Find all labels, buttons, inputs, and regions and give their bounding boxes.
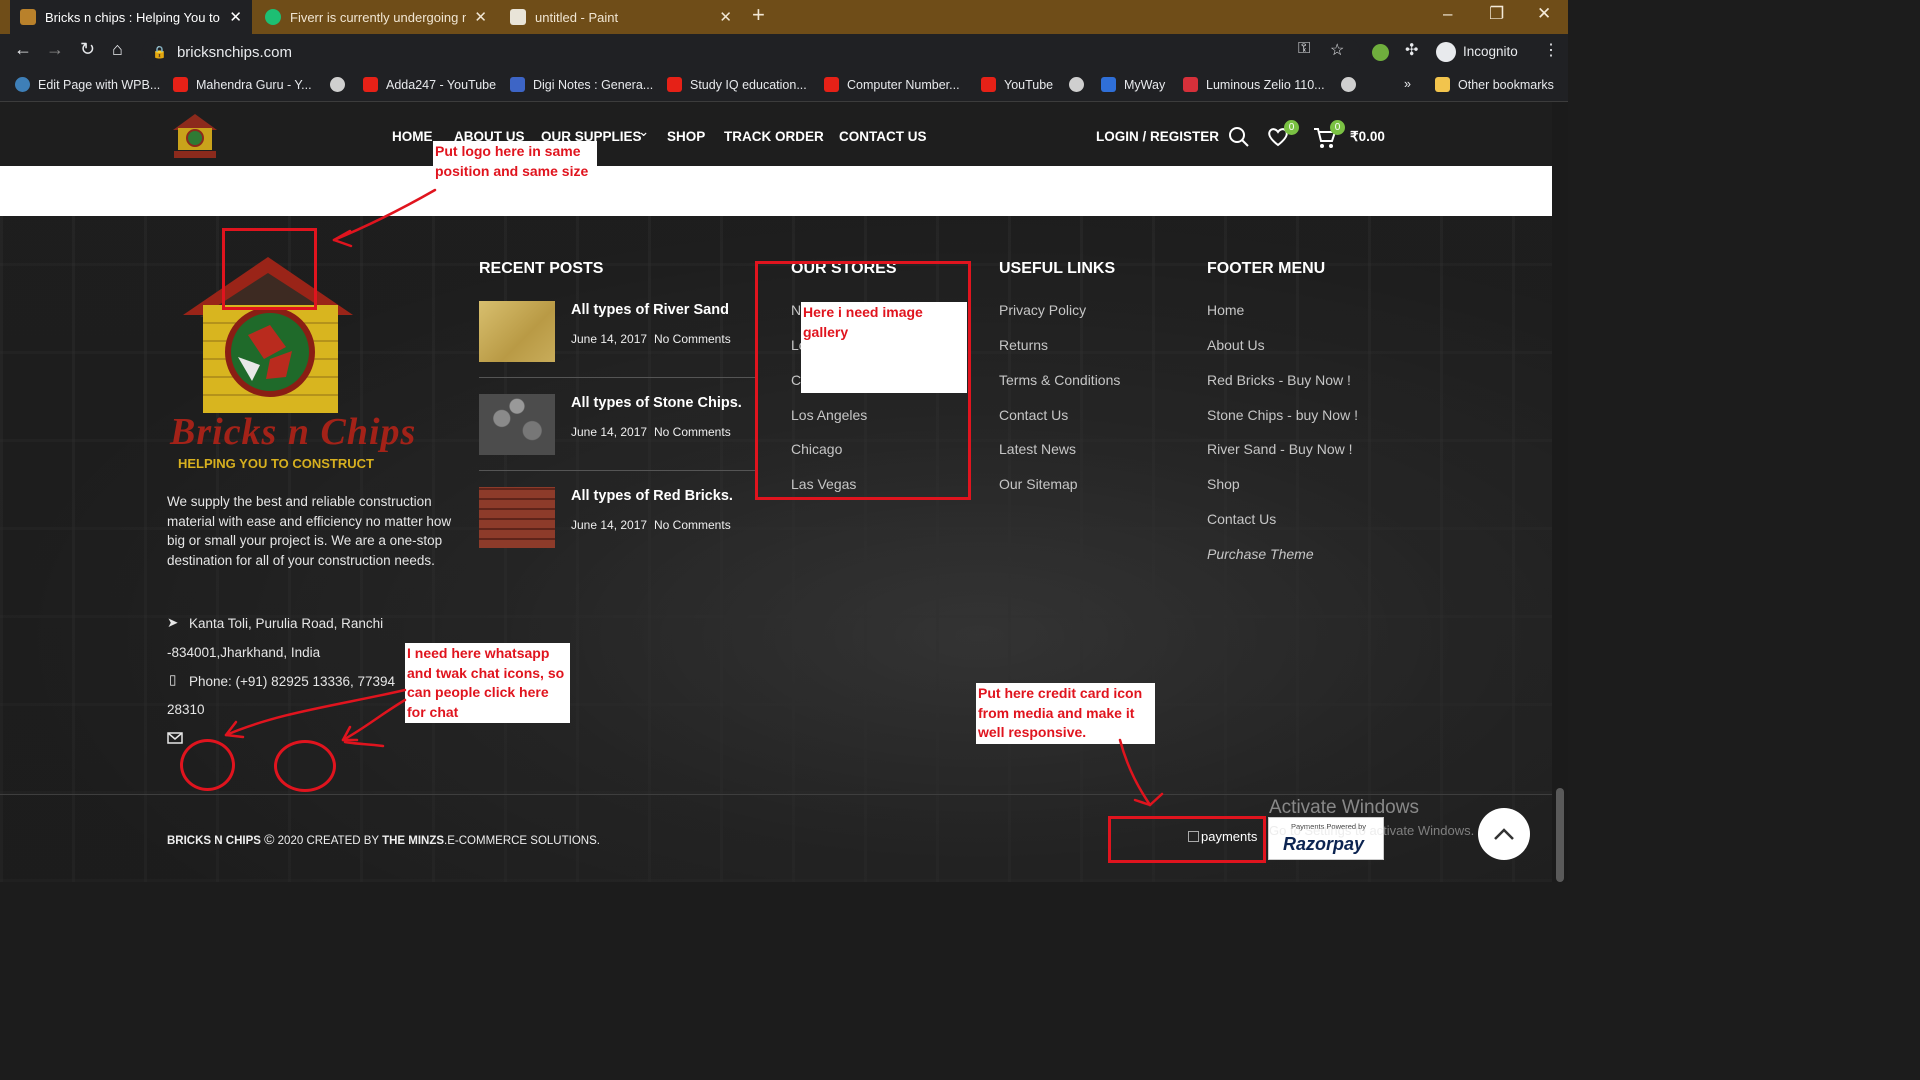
scrollbar-thumb[interactable]: [1556, 788, 1564, 882]
page-scrollbar[interactable]: [1552, 102, 1568, 882]
annotation-arrows: [224, 188, 1164, 807]
